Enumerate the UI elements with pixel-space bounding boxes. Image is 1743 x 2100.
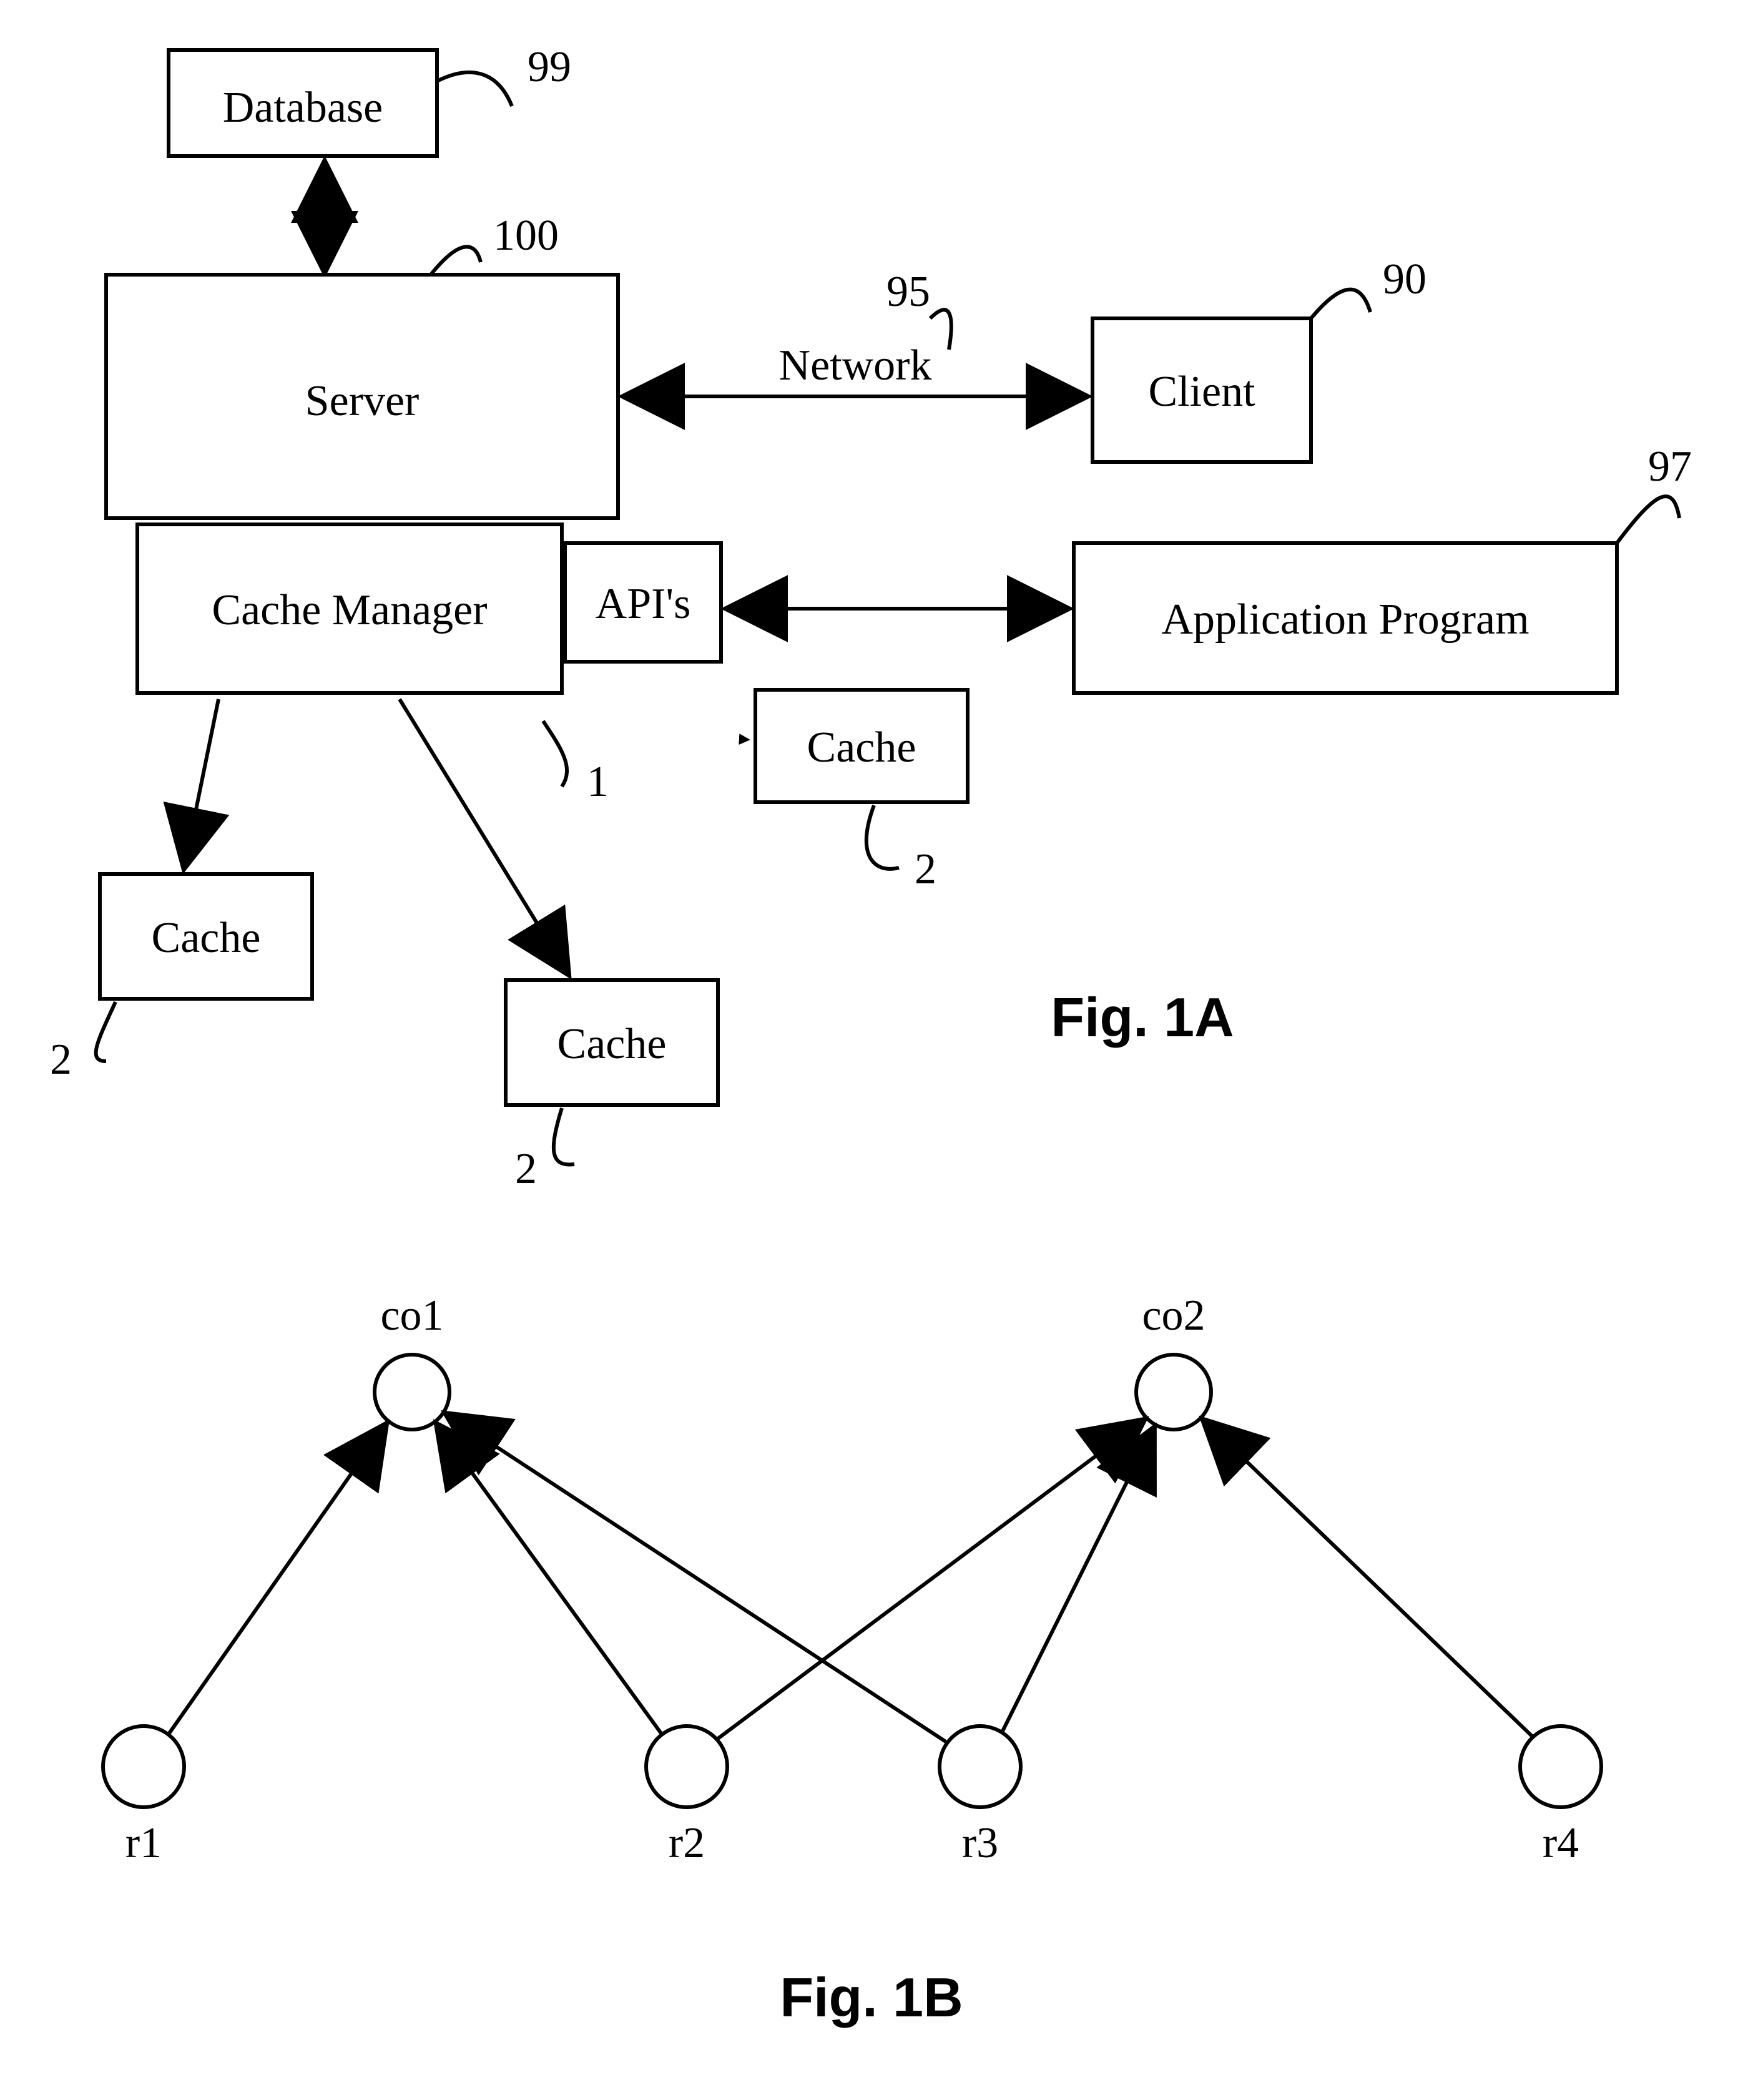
cache-manager-label: Cache Manager [212, 586, 487, 634]
node-r3 [940, 1726, 1021, 1807]
network-leader [930, 310, 951, 350]
cache-left-leader [96, 1002, 115, 1061]
cache-mid-label: Cache [557, 1020, 667, 1068]
label-r2: r2 [669, 1819, 705, 1867]
cache-mid-leader [554, 1108, 574, 1165]
appprog-leader [1617, 496, 1679, 543]
fig1a-title: Fig. 1A [1051, 986, 1234, 1048]
cache-mid-ref: 2 [515, 1145, 537, 1193]
arrow-cm-cache-left [184, 699, 218, 868]
appprog-label: Application Program [1161, 596, 1529, 644]
edge-r3-co1 [446, 1414, 946, 1742]
label-r1: r1 [125, 1819, 162, 1867]
apis-label: API's [596, 580, 691, 628]
client-leader [1311, 290, 1370, 318]
cache-left-label: Cache [152, 914, 261, 962]
client-label: Client [1148, 368, 1255, 416]
label-r4: r4 [1543, 1819, 1579, 1867]
cachemgr-ref: 1 [587, 758, 609, 806]
edge-r2-co1 [437, 1425, 662, 1734]
edge-r1-co1 [169, 1425, 386, 1734]
node-r1 [103, 1726, 184, 1807]
node-co1 [375, 1355, 449, 1430]
server-label: Server [305, 377, 420, 425]
node-co2 [1136, 1355, 1211, 1430]
cache-left-ref: 2 [50, 1036, 72, 1084]
client-ref: 90 [1383, 255, 1426, 303]
node-r4 [1520, 1726, 1601, 1807]
label-r3: r3 [962, 1819, 998, 1867]
server-leader [431, 247, 481, 275]
arrow-cm-cache-right [0, 696, 749, 740]
database-label: Database [223, 84, 383, 132]
appprog-ref: 97 [1648, 443, 1692, 491]
label-co1: co1 [380, 1292, 443, 1340]
cachemgr-leader [543, 721, 567, 787]
cache-right-leader [867, 805, 899, 869]
database-ref: 99 [528, 43, 571, 91]
edge-r4-co2 [1204, 1420, 1533, 1737]
network-label: Network [779, 341, 932, 390]
arrow-cm-cache-mid [400, 699, 568, 974]
fig1b-title: Fig. 1B [780, 1966, 963, 2028]
cache-right-label: Cache [807, 724, 916, 772]
network-ref: 95 [886, 268, 930, 316]
database-leader [437, 72, 512, 106]
edge-r3-co2 [1002, 1428, 1154, 1732]
node-r2 [646, 1726, 727, 1807]
cache-right-ref: 2 [915, 845, 936, 893]
label-co2: co2 [1142, 1292, 1205, 1340]
server-ref: 100 [493, 212, 559, 260]
